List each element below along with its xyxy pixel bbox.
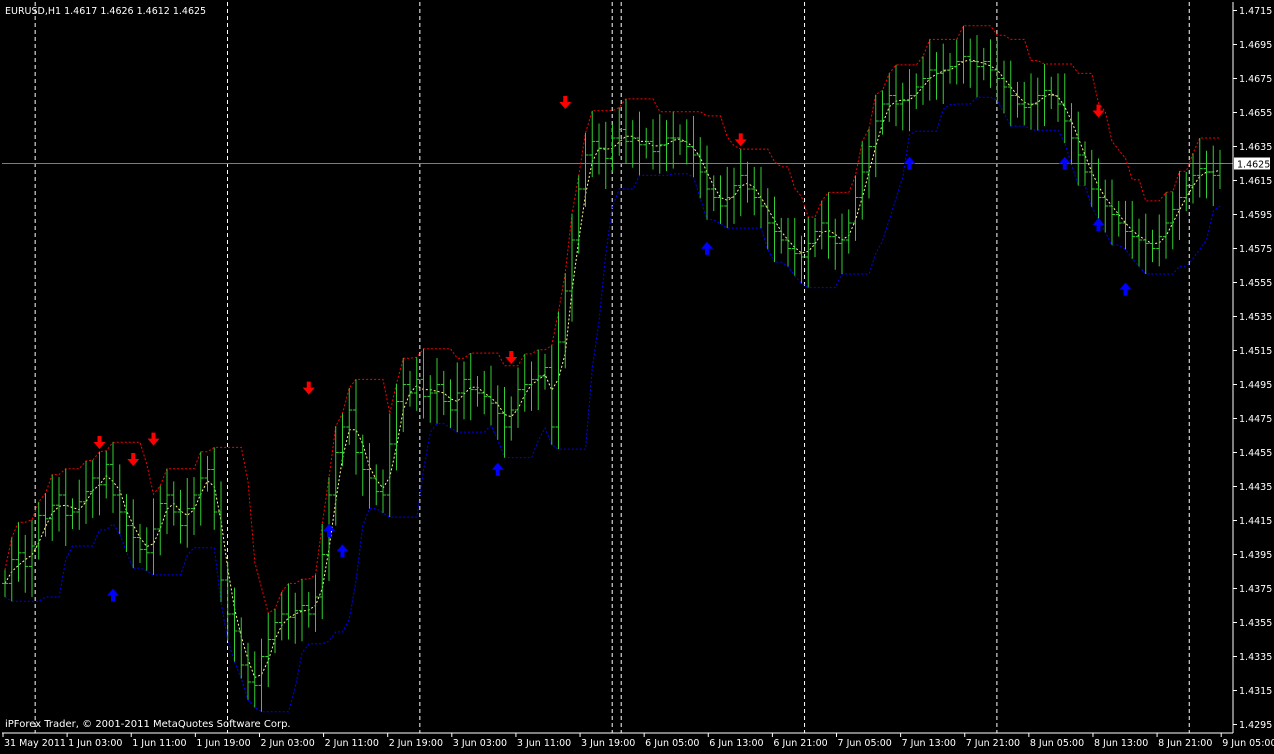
- y-tick-label: 1.4555: [1239, 278, 1272, 289]
- buy-signal-arrow: [107, 588, 119, 602]
- chart-title: EURUSD,H1 1.4617 1.4626 1.4612 1.4625: [5, 6, 206, 17]
- y-tick-label: 1.4395: [1239, 550, 1272, 561]
- x-tick-label: 8 Jun 21:00: [1158, 738, 1212, 749]
- sell-signal-arrow: [93, 436, 106, 449]
- sell-signal-arrow: [734, 133, 747, 147]
- x-tick-label: 2 Jun 19:00: [389, 738, 443, 749]
- y-tick-label: 1.4675: [1239, 74, 1272, 85]
- y-tick-label: 1.4515: [1239, 346, 1272, 357]
- sell-signal-arrow: [559, 96, 572, 109]
- x-tick-label: 6 Jun 13:00: [709, 738, 763, 749]
- sell-signal-arrow: [147, 432, 160, 446]
- y-tick-label: 1.4595: [1239, 210, 1272, 221]
- y-tick-label: 1.4575: [1239, 244, 1272, 255]
- y-tick-label: 1.4635: [1239, 142, 1272, 153]
- buy-signal-arrow: [1119, 282, 1132, 296]
- x-tick-label: 8 Jun 13:00: [1094, 738, 1148, 749]
- y-tick-label: 1.4355: [1239, 618, 1272, 629]
- x-tick-label: 2 Jun 11:00: [325, 738, 379, 749]
- buy-signal-arrow: [491, 462, 504, 476]
- x-tick-label: 1 Jun 19:00: [196, 738, 250, 749]
- sell-signal-arrow: [1092, 104, 1105, 118]
- x-tick-label: 7 Jun 13:00: [902, 738, 956, 749]
- buy-signal-arrow: [1092, 218, 1105, 231]
- y-tick-label: 1.4655: [1239, 108, 1272, 119]
- x-tick-label: 6 Jun 21:00: [773, 738, 827, 749]
- current-price-label: 1.4625: [1237, 160, 1270, 171]
- buy-signal-arrow: [323, 524, 335, 537]
- chart-root: 1.4715 1.4695 1.4675 1.4655 1.4635 1.4615 1.45…: [0, 0, 1274, 750]
- buy-signal-arrow: [701, 241, 713, 255]
- y-tick-label: 1.4335: [1239, 652, 1272, 663]
- x-tick-label: 6 Jun 05:00: [645, 738, 699, 749]
- x-tick-label: 7 Jun 05:00: [838, 738, 892, 749]
- y-tick-label: 1.4475: [1239, 414, 1272, 425]
- sell-signal-arrow: [505, 351, 518, 364]
- y-tick-label: 1.4415: [1239, 516, 1272, 527]
- x-tick-label: 31 May 2011: [4, 738, 66, 749]
- sell-signal-arrow: [127, 453, 140, 466]
- x-tick-label: 1 Jun 11:00: [132, 738, 186, 749]
- x-tick-label: 3 Jun 03:00: [453, 738, 507, 749]
- y-tick-label: 1.4535: [1239, 312, 1272, 323]
- x-tick-label: 9 Jun 05:00: [1222, 738, 1274, 749]
- x-tick-label: 1 Jun 03:00: [68, 738, 122, 749]
- x-tick-label: 7 Jun 21:00: [966, 738, 1020, 749]
- y-tick-label: 1.4455: [1239, 448, 1272, 459]
- x-tick-label: 8 Jun 05:00: [1030, 738, 1084, 749]
- buy-signal-arrow: [336, 544, 349, 558]
- sell-signal-arrow: [302, 381, 315, 395]
- y-tick-label: 1.4435: [1239, 482, 1272, 493]
- y-tick-label: 1.4495: [1239, 380, 1272, 391]
- x-tick-label: 2 Jun 03:00: [260, 738, 314, 749]
- y-tick-label: 1.4315: [1239, 686, 1272, 697]
- y-tick-label: 1.4695: [1239, 40, 1272, 51]
- price-chart[interactable]: 1.4715 1.4695 1.4675 1.4655 1.4635 1.4615 1.45…: [0, 0, 1274, 750]
- axes: 1.4715 1.4695 1.4675 1.4655 1.4635 1.4615 1.45…: [2, 2, 1274, 749]
- x-tick-label: 3 Jun 19:00: [581, 738, 635, 749]
- copyright-watermark: iPForex Trader, © 2001-2011 MetaQuotes S…: [5, 719, 291, 730]
- y-tick-label: 1.4375: [1239, 584, 1272, 595]
- buy-signal-arrow: [1058, 156, 1071, 170]
- x-tick-label: 3 Jun 11:00: [517, 738, 571, 749]
- grid: [2, 2, 1233, 733]
- y-tick-label: 1.4295: [1239, 720, 1272, 731]
- y-tick-label: 1.4615: [1239, 176, 1272, 187]
- y-tick-label: 1.4715: [1239, 6, 1272, 17]
